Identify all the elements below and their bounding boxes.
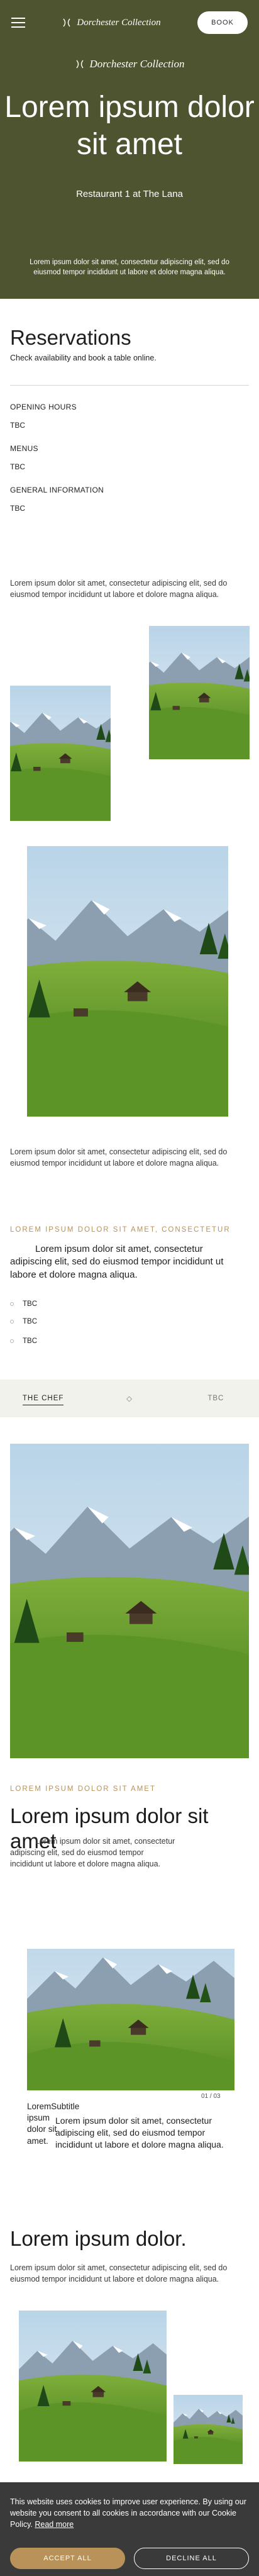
tab-separator: ◇ (126, 1395, 133, 1403)
chef-image (10, 1444, 249, 1758)
slider-image[interactable] (27, 1949, 234, 2090)
header-brand[interactable]: Dorchester Collection (62, 17, 161, 28)
cookie-banner: This website uses cookies to improve use… (0, 2482, 259, 2576)
gallery-paragraph: Lorem ipsum dolor sit amet, consectetur … (10, 1147, 228, 1168)
slider-caption-head: LoremSubtitle ipsum dolor sit amet. (27, 2102, 80, 2146)
feature-eyebrow: LOREM IPSUM DOLOR SIT AMET, CONSECTETUR (10, 1226, 231, 1234)
hero-text: Lorem ipsum dolor sit amet, consectetur … (30, 259, 229, 276)
book-button[interactable]: BOOK (197, 11, 248, 34)
closing-text: Lorem ipsum dolor sit amet, consectetur … (10, 2263, 228, 2284)
list-item: TBC (10, 1337, 37, 1345)
slider-caption-body: Lorem ipsum dolor sit amet, consectetur … (55, 2116, 224, 2149)
cookie-read-more-link[interactable]: Read more (35, 2520, 74, 2529)
hero-subtitle: Restaurant 1 at The Lana (76, 189, 183, 199)
hero-brush-edge (0, 291, 259, 298)
list-item: TBC (10, 1318, 37, 1325)
menus-value: TBC (10, 462, 25, 471)
chef-text: Lorem ipsum dolor sit amet, consectetur … (10, 1837, 175, 1869)
reservations-subtitle: Check availability and book a table onli… (10, 354, 157, 362)
tab-the-chef[interactable]: THE CHEF (0, 1395, 86, 1405)
opening-hours-label[interactable]: OPENING HOURS (10, 403, 77, 411)
gallery-image-large (27, 846, 228, 1117)
slider-counter: 01 / 03 (201, 2093, 221, 2100)
reservations-title: Reservations (10, 326, 131, 349)
gallery-image (10, 686, 111, 821)
menu-icon[interactable] (11, 18, 25, 28)
divider (10, 385, 249, 386)
accept-all-button[interactable]: ACCEPT ALL (10, 2548, 125, 2569)
brand-logo-icon (75, 60, 84, 69)
dot-icon (10, 1339, 14, 1343)
hero-brand-text: Dorchester Collection (89, 58, 185, 70)
cookie-text: This website uses cookies to improve use… (10, 2497, 246, 2529)
general-information-label[interactable]: GENERAL INFORMATION (10, 486, 104, 494)
gallery-image (149, 626, 250, 759)
dot-icon (10, 1320, 14, 1324)
feature-text: Lorem ipsum dolor sit amet, consectetur … (10, 1244, 224, 1280)
tab-tbc[interactable]: TBC (173, 1395, 259, 1402)
top-navigation: Dorchester Collection BOOK (0, 0, 259, 45)
menus-label[interactable]: MENUS (10, 444, 38, 453)
decline-all-button[interactable]: DECLINE ALL (134, 2548, 249, 2569)
closing-image (19, 2311, 167, 2462)
closing-title: Lorem ipsum dolor. (10, 2227, 187, 2250)
hero-brand: Dorchester Collection (0, 58, 259, 70)
brand-logo-icon (63, 18, 70, 27)
general-information-value: TBC (10, 504, 25, 513)
dot-icon (10, 1302, 14, 1306)
opening-hours-value: TBC (10, 421, 25, 430)
tab-bar: THE CHEF ◇ TBC (0, 1380, 259, 1417)
header-brand-text: Dorchester Collection (77, 17, 161, 28)
list-item: TBC (10, 1300, 37, 1308)
closing-image-small (174, 2395, 243, 2464)
hero-title: Lorem ipsum dolor sit amet (4, 91, 255, 161)
intro-paragraph: Lorem ipsum dolor sit amet, consectetur … (10, 579, 228, 599)
cookie-actions: ACCEPT ALL DECLINE ALL (10, 2548, 249, 2569)
chef-eyebrow: LOREM IPSUM DOLOR SIT AMET (10, 1785, 156, 1793)
